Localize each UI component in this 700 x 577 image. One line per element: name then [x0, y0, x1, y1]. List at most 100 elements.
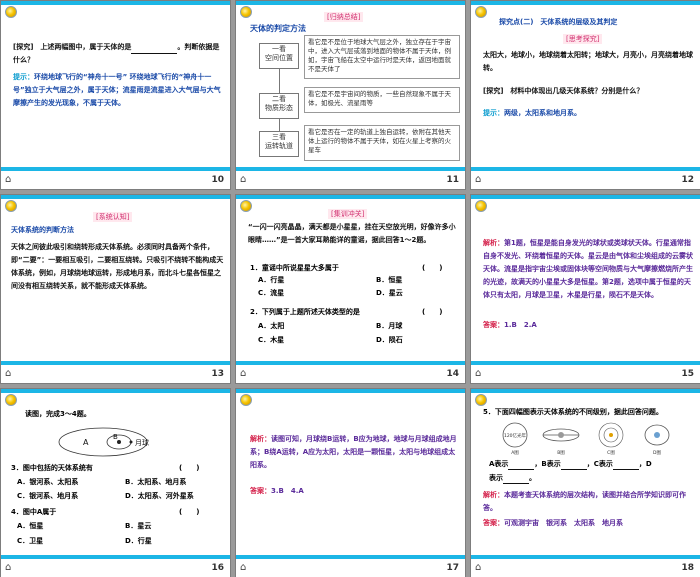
option[interactable]: B．恒星: [376, 275, 402, 286]
option[interactable]: A．银河系、太阳系: [17, 477, 78, 488]
q4: 4．图中A属于: [11, 508, 57, 516]
home-icon[interactable]: ⌂: [240, 562, 246, 574]
page-number: 17: [446, 563, 459, 573]
option[interactable]: D．星云: [376, 288, 403, 299]
tip-text: 环绕地球飞行的“神舟十一号” 环绕地球飞行的“神舟十一号”独立于大气层之外，属于…: [13, 73, 221, 107]
option[interactable]: D．太阳系、河外星系: [125, 491, 194, 502]
option[interactable]: D．行星: [125, 536, 152, 547]
tip: 提示：两级，太阳系和地月系。: [483, 107, 695, 120]
option[interactable]: C．流星: [258, 288, 284, 299]
slide-11[interactable]: [归纳总结] 天体的判定方法 一看 空间位置 看它是不是位于地球大气层之外，独立…: [235, 0, 466, 190]
slide-14[interactable]: [集训冲关] “一闪一闪亮晶晶，满天都是小星星，挂在天空放光明，好像许多小眼睛……: [235, 194, 466, 384]
home-icon[interactable]: ⌂: [5, 562, 11, 574]
q3-paren: ( ): [179, 464, 200, 472]
question-text: 材料中体现出几级天体系统？分别是什么？: [510, 87, 644, 95]
step-2-label: 二看 物质形态: [259, 93, 299, 119]
fill-line-2: 表示。: [489, 474, 536, 484]
option[interactable]: C．木星: [258, 335, 284, 346]
question-label: [探究]: [483, 87, 504, 95]
logo-icon: [5, 6, 17, 18]
top-bar: [236, 389, 465, 393]
analysis: 解析：第1题，恒星是能自身发光的球状或类球状天体。行星通常指自身不发光、环绕着恒…: [483, 237, 695, 302]
figure-a-text: 120亿光年: [504, 432, 527, 439]
analysis-text: 读图可知，月球绕B运转，B应为地球，地球与月球组成地月系；B绕A运转，A应为太阳…: [250, 435, 457, 469]
step-1-label: 一看 空间位置: [259, 43, 299, 69]
slide-13[interactable]: [系统认知] 天体系统的判断方法 天体之间彼此吸引和绕转形成天体系统。必须同时具…: [0, 194, 231, 384]
analysis-text: 本题考查天体系统的层次结构，读图并结合所学知识即可作答。: [483, 491, 686, 512]
home-icon[interactable]: ⌂: [5, 174, 11, 186]
blank-a[interactable]: [508, 461, 535, 470]
page-number: 18: [681, 563, 694, 573]
answer-blank[interactable]: [131, 45, 178, 54]
option[interactable]: D．陨石: [376, 335, 403, 346]
slide-16[interactable]: 读图，完成3～4题。 A B 月球 3．图中包括的天体系统有 ( ) A．银河系…: [0, 388, 231, 577]
answer-text: 1.B 2.A: [504, 321, 537, 329]
option[interactable]: B．月球: [376, 321, 402, 332]
page-number: 14: [446, 369, 459, 379]
answer: 答案：可观测宇宙 银河系 太阳系 地月系: [483, 517, 695, 530]
answer-label: 答案：: [250, 487, 271, 495]
orbit-diagram: A B 月球: [58, 427, 149, 457]
option[interactable]: A．行星: [258, 275, 284, 286]
analysis-label: 解析：: [483, 491, 504, 499]
tip: 提示：环绕地球飞行的“神舟十一号” 环绕地球飞行的“神舟十一号”独立于大气层之外…: [13, 71, 225, 110]
logo-icon: [5, 200, 17, 212]
home-icon[interactable]: ⌂: [240, 174, 246, 186]
home-icon[interactable]: ⌂: [475, 174, 481, 186]
top-bar: [471, 1, 700, 5]
analysis-label: 解析：: [483, 239, 504, 247]
intro: “一闪一闪亮晶晶，满天都是小星星，挂在天空放光明，好像许多小眼睛……”是一首大家…: [248, 223, 456, 244]
top-bar: [1, 1, 230, 5]
step-3-label: 三看 运转轨道: [259, 131, 299, 157]
logo-icon: [5, 394, 17, 406]
answer: 答案：3.B 4.A: [250, 485, 460, 498]
home-icon[interactable]: ⌂: [5, 368, 11, 380]
step-2-desc: 看它是不是宇宙间的物质，一些自然现象不属于天体，如极光、流星雨等: [304, 87, 460, 113]
step-1-desc: 看它是不是位于地球大气层之外，独立存在于宇宙中，进入大气层或落到地面的物体不属于…: [304, 35, 460, 79]
analysis-text: 第1题，恒星是能自身发光的球状或类球状天体。行星通常指自身不发光、环绕着恒星的天…: [483, 239, 693, 299]
question: [探究] 上述两幅图中，属于天体的是 。判断依据是什么？: [13, 41, 225, 67]
option[interactable]: C．卫星: [17, 536, 43, 547]
top-bar: [236, 1, 465, 5]
svg-text:D图: D图: [653, 450, 661, 455]
home-icon[interactable]: ⌂: [475, 562, 481, 574]
page-number: 12: [681, 175, 694, 185]
option[interactable]: B．太阳系、地月系: [125, 477, 186, 488]
system-figures: 120亿光年 A图 B图 C图 D图: [502, 422, 670, 455]
answer: 答案：1.B 2.A: [483, 319, 695, 332]
slide-12[interactable]: 探究点(二) 天体系统的层级及其判定 [思考探究] 太阳大，地球小，地球绕着太阳…: [470, 0, 700, 190]
page-number: 16: [211, 563, 224, 573]
home-icon[interactable]: ⌂: [240, 368, 246, 380]
top-bar: [471, 195, 700, 199]
blank-c[interactable]: [612, 461, 639, 470]
slide-17[interactable]: 解析：读图可知，月球绕B运转，B应为地球，地球与月球组成地月系；B绕A运转，A应…: [235, 388, 466, 577]
analysis-label: 解析：: [250, 435, 271, 443]
option[interactable]: B．星云: [125, 521, 151, 532]
tip-label: 提示：: [13, 73, 34, 81]
option[interactable]: C．银河系、地月系: [17, 491, 78, 502]
blank-d[interactable]: [503, 475, 529, 484]
logo-icon: [475, 6, 487, 18]
material: 太阳大，地球小，地球绕着太阳转；地球大，月亮小，月亮绕着地球转。: [483, 51, 693, 72]
section-tag: [集训冲关]: [328, 209, 368, 219]
slide-18[interactable]: 5．下面四幅图表示天体系统的不同级别，据此回答问题。 120亿光年 A图 B图 …: [470, 388, 700, 577]
option[interactable]: A．恒星: [17, 521, 43, 532]
q2: 2．下列属于上题所述天体类型的是: [250, 308, 360, 316]
logo-icon: [240, 394, 252, 406]
question-label: [探究]: [13, 43, 34, 51]
q1-paren: ( ): [422, 264, 443, 272]
page-number: 11: [446, 175, 459, 185]
home-icon[interactable]: ⌂: [475, 368, 481, 380]
option[interactable]: A．太阳: [258, 321, 284, 332]
section-tag: [系统认知]: [93, 212, 133, 222]
blank-b[interactable]: [560, 461, 587, 470]
section-title: 天体系统的判断方法: [11, 226, 74, 234]
slide-15[interactable]: 解析：第1题，恒星是能自身发光的球状或类球状天体。行星通常指自身不发光、环绕着恒…: [470, 194, 700, 384]
fill-line-1: A表示 ，B表示 ，C表示 ，D: [489, 460, 652, 470]
section-title: 探究点(二) 天体系统的层级及其判定: [499, 18, 618, 26]
moon-dot: [129, 440, 133, 444]
slide-10[interactable]: [探究] 上述两幅图中，属于天体的是 。判断依据是什么？ 提示：环绕地球飞行的“神…: [0, 0, 231, 190]
q3: 3．图中包括的天体系统有: [11, 464, 93, 472]
svg-text:C图: C图: [607, 450, 615, 455]
page-number: 13: [211, 369, 224, 379]
